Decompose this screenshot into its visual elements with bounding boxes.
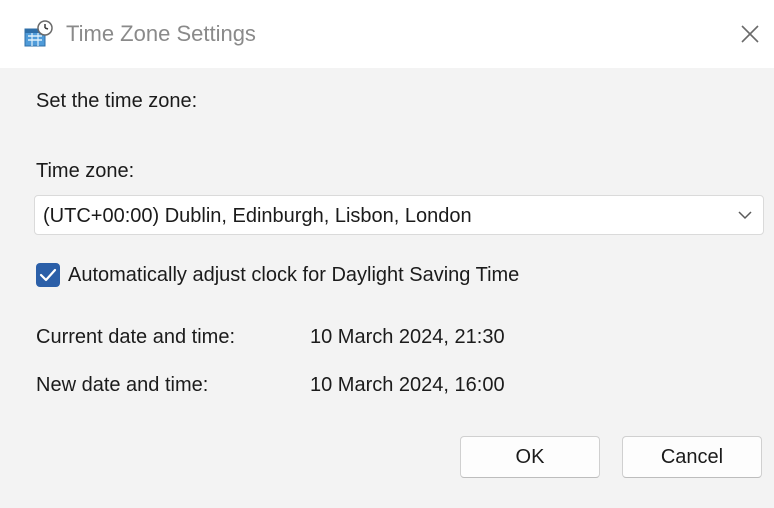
new-time-label: New date and time: — [36, 374, 209, 396]
timezone-label: Time zone: — [36, 160, 135, 182]
window-title: Time Zone Settings — [66, 21, 256, 46]
heading-label: Set the time zone: — [36, 90, 198, 112]
clock-globe-icon — [24, 20, 54, 48]
new-time-value: 10 March 2024, 16:00 — [310, 374, 505, 396]
cancel-button[interactable]: Cancel — [622, 436, 762, 478]
current-time-label: Current date and time: — [36, 326, 235, 348]
timezone-selected-value: (UTC+00:00) Dublin, Edinburgh, Lisbon, L… — [43, 205, 472, 227]
time-zone-settings-dialog: Time Zone Settings Set the time zone: Ti… — [0, 0, 774, 508]
current-time-value: 10 March 2024, 21:30 — [310, 326, 505, 348]
dst-checkbox-label[interactable]: Automatically adjust clock for Daylight … — [68, 262, 519, 288]
ok-button[interactable]: OK — [460, 436, 600, 478]
chevron-down-icon — [737, 208, 753, 222]
timezone-select[interactable]: (UTC+00:00) Dublin, Edinburgh, Lisbon, L… — [34, 195, 764, 235]
title-bar: Time Zone Settings — [0, 0, 774, 68]
dialog-content: Set the time zone: Time zone: (UTC+00:00… — [0, 68, 774, 508]
close-icon — [736, 25, 764, 52]
dst-checkbox[interactable] — [36, 263, 60, 287]
close-button[interactable] — [736, 20, 764, 48]
